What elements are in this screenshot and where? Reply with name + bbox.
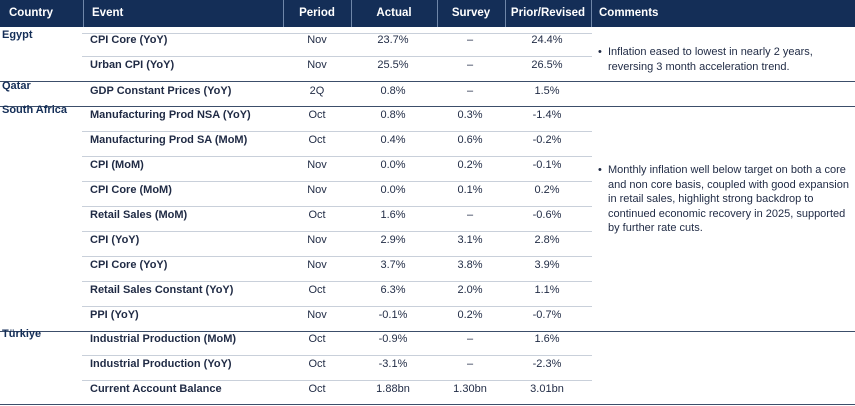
period-value: Nov xyxy=(307,159,327,171)
event-name: Urban CPI (YoY) xyxy=(90,59,175,71)
survey-value: 0.3% xyxy=(457,109,483,121)
comment-egypt: • Inflation eased to lowest in nearly 2 … xyxy=(598,45,850,74)
period-value: Oct xyxy=(308,134,326,146)
event-name: CPI Core (MoM) xyxy=(90,184,172,196)
event-name: CPI (YoY) xyxy=(90,234,140,246)
period-value: Oct xyxy=(308,284,326,296)
survey-value: – xyxy=(466,85,474,97)
prior-revised-value: 3.9% xyxy=(534,259,560,271)
prior-revised-value: 1.5% xyxy=(534,85,560,97)
survey-value: 3.8% xyxy=(457,259,483,271)
prior-revised-value: 24.4% xyxy=(531,34,563,46)
prior-revised-value: -0.6% xyxy=(532,209,562,221)
survey-value: – xyxy=(466,358,474,370)
actual-value: 0.0% xyxy=(380,184,406,196)
survey-value: 0.2% xyxy=(457,309,483,321)
event-name: Manufacturing Prod SA (MoM) xyxy=(90,134,248,146)
actual-value: 3.7% xyxy=(380,259,406,271)
survey-value: 2.0% xyxy=(457,284,483,296)
period-value: Oct xyxy=(308,109,326,121)
period-value: Oct xyxy=(308,383,326,395)
country-label: South Africa xyxy=(2,104,67,116)
period-value: Oct xyxy=(308,358,326,370)
prior-revised-value: -0.1% xyxy=(532,159,562,171)
header-survey: Survey xyxy=(451,7,491,19)
actual-value: 25.5% xyxy=(377,59,409,71)
header-country: Country xyxy=(9,7,54,19)
group-divider xyxy=(0,404,855,405)
event-name: Retail Sales Constant (YoY) xyxy=(90,284,234,296)
country-label: Türkiye xyxy=(2,328,42,340)
event-name: CPI (MoM) xyxy=(90,159,144,171)
survey-value: – xyxy=(466,209,474,221)
actual-value: -0.9% xyxy=(378,333,408,345)
header-prior-revised: Prior/Revised xyxy=(510,7,586,19)
bullet-icon: • xyxy=(598,164,602,176)
table-header: Country Event Period Actual Survey Prior… xyxy=(0,0,855,27)
actual-value: 0.0% xyxy=(380,159,406,171)
prior-revised-value: 1.1% xyxy=(534,284,560,296)
event-name: Industrial Production (YoY) xyxy=(90,358,232,370)
period-value: Nov xyxy=(307,259,327,271)
survey-value: 3.1% xyxy=(457,234,483,246)
event-name: PPI (YoY) xyxy=(90,309,139,321)
header-divider xyxy=(83,0,84,27)
economic-calendar-table: Country Event Period Actual Survey Prior… xyxy=(0,0,855,406)
survey-value: – xyxy=(466,333,474,345)
event-name: CPI Core (YoY) xyxy=(90,259,168,271)
event-name: Manufacturing Prod NSA (YoY) xyxy=(90,109,251,121)
prior-revised-value: 0.2% xyxy=(534,184,560,196)
event-name: GDP Constant Prices (YoY) xyxy=(90,85,232,97)
comment-south-africa: • Monthly inflation well below target on… xyxy=(598,163,850,236)
actual-value: 0.4% xyxy=(380,134,406,146)
survey-value: 1.30bn xyxy=(453,383,487,395)
prior-revised-value: 1.6% xyxy=(534,333,560,345)
actual-value: -0.1% xyxy=(378,309,408,321)
header-event: Event xyxy=(92,7,124,19)
actual-value: 6.3% xyxy=(380,284,406,296)
header-comments: Comments xyxy=(599,7,659,19)
survey-value: 0.1% xyxy=(457,184,483,196)
event-name: Current Account Balance xyxy=(90,383,222,395)
survey-value: – xyxy=(466,34,474,46)
actual-value: -3.1% xyxy=(378,358,408,370)
comment-text: Inflation eased to lowest in nearly 2 ye… xyxy=(608,46,813,73)
actual-value: 0.8% xyxy=(380,109,406,121)
actual-value: 0.8% xyxy=(380,85,406,97)
prior-revised-value: 26.5% xyxy=(531,59,563,71)
period-value: Oct xyxy=(308,333,326,345)
prior-revised-value: 2.8% xyxy=(534,234,560,246)
period-value: Oct xyxy=(308,209,326,221)
country-label: Egypt xyxy=(2,29,33,41)
prior-revised-value: -2.3% xyxy=(532,358,562,370)
actual-value: 1.88bn xyxy=(376,383,410,395)
prior-revised-value: -0.2% xyxy=(532,134,562,146)
prior-revised-value: -1.4% xyxy=(532,109,562,121)
survey-value: 0.2% xyxy=(457,159,483,171)
event-name: Retail Sales (MoM) xyxy=(90,209,188,221)
header-divider xyxy=(591,0,592,27)
event-name: CPI Core (YoY) xyxy=(90,34,168,46)
period-value: Nov xyxy=(307,59,327,71)
survey-value: 0.6% xyxy=(457,134,483,146)
header-period: Period xyxy=(299,7,335,19)
period-value: Nov xyxy=(307,184,327,196)
actual-value: 1.6% xyxy=(380,209,406,221)
survey-value: – xyxy=(466,59,474,71)
period-value: Nov xyxy=(307,234,327,246)
period-value: 2Q xyxy=(309,85,325,97)
prior-revised-value: -0.7% xyxy=(532,309,562,321)
period-value: Nov xyxy=(307,309,327,321)
header-actual: Actual xyxy=(376,7,412,19)
actual-value: 23.7% xyxy=(377,34,409,46)
comment-text: Monthly inflation well below target on b… xyxy=(608,164,849,234)
country-label: Qatar xyxy=(2,80,31,92)
prior-revised-value: 3.01bn xyxy=(530,383,564,395)
period-value: Nov xyxy=(307,34,327,46)
bullet-icon: • xyxy=(598,46,602,58)
event-name: Industrial Production (MoM) xyxy=(90,333,237,345)
actual-value: 2.9% xyxy=(380,234,406,246)
